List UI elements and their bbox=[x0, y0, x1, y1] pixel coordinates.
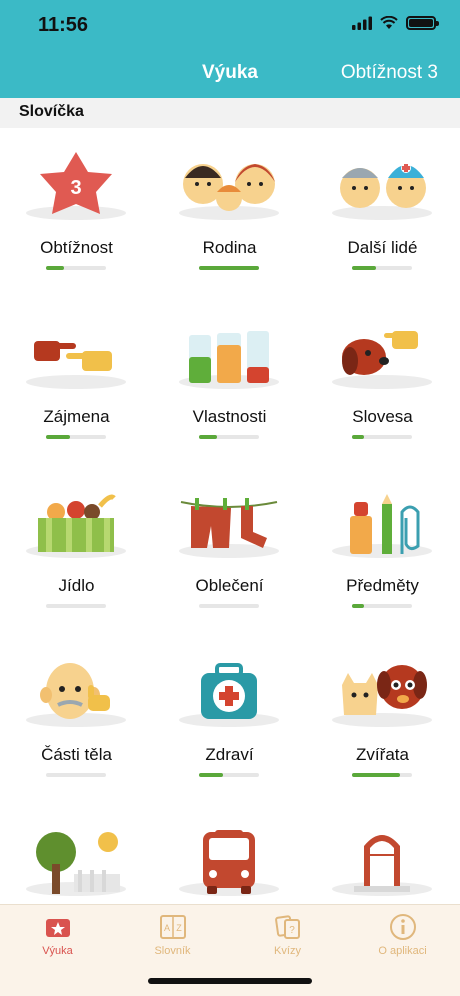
door-icon bbox=[354, 835, 410, 892]
progress-bar bbox=[46, 266, 106, 270]
progress-fill bbox=[352, 604, 364, 608]
dictionary-az-icon: A Z bbox=[159, 915, 186, 939]
difficulty-badge-number: 3 bbox=[70, 177, 81, 199]
star-card-icon bbox=[45, 919, 70, 937]
progress-fill bbox=[46, 435, 70, 439]
battery-icon bbox=[406, 16, 439, 30]
category-zajmena[interactable]: Zájmena bbox=[0, 297, 153, 465]
signal-icon bbox=[352, 16, 372, 30]
tree-sun-icon bbox=[36, 832, 120, 894]
category-label: Slovesa bbox=[352, 407, 413, 426]
family-icon bbox=[183, 164, 275, 211]
category-casti-tela[interactable]: Části těla bbox=[0, 635, 153, 803]
section-label: Slovíčka bbox=[19, 103, 84, 120]
dog-hand-icon bbox=[342, 331, 418, 375]
progress-fill bbox=[352, 266, 376, 270]
tab-kvizy[interactable]: ? Kvízy bbox=[230, 913, 345, 957]
progress-bar bbox=[199, 266, 259, 270]
status-icons bbox=[352, 16, 439, 30]
tab-slovnik[interactable]: A Z Slovník bbox=[115, 913, 230, 957]
fruit-crate-icon bbox=[38, 494, 116, 552]
category-doprava[interactable] bbox=[153, 804, 306, 904]
progress-bar bbox=[199, 604, 259, 608]
tab-o-aplikaci[interactable]: O aplikaci bbox=[345, 913, 460, 957]
category-label: Zájmena bbox=[43, 407, 110, 426]
nav-header: 11:56 Výuka Obtížnost 3 bbox=[0, 0, 460, 98]
category-label: Části těla bbox=[41, 745, 112, 764]
svg-text:?: ? bbox=[289, 925, 295, 936]
category-priroda[interactable] bbox=[0, 804, 153, 904]
tab-label: O aplikaci bbox=[378, 945, 427, 957]
wifi-icon bbox=[380, 16, 398, 29]
category-grid: 3 Obtížnost Rodina Další lidé Zájmena Vl… bbox=[0, 128, 460, 904]
category-label: Oblečení bbox=[195, 576, 264, 595]
clothesline-icon bbox=[180, 498, 278, 548]
progress-bar bbox=[46, 773, 106, 777]
tab-label: Slovník bbox=[154, 945, 191, 957]
category-zdravi[interactable]: Zdraví bbox=[153, 635, 306, 803]
category-slovesa[interactable]: Slovesa bbox=[306, 297, 459, 465]
category-label: Zdraví bbox=[205, 745, 254, 764]
category-label: Obtížnost bbox=[40, 238, 113, 257]
bus-icon bbox=[203, 830, 255, 894]
progress-bar bbox=[199, 435, 259, 439]
category-label: Další lidé bbox=[347, 238, 418, 257]
cat-dog-icon bbox=[342, 665, 427, 715]
category-jidlo[interactable]: Jídlo bbox=[0, 466, 153, 634]
category-predmety[interactable]: Předměty bbox=[306, 466, 459, 634]
info-icon bbox=[389, 914, 416, 940]
category-dalsi-lide[interactable]: Další lidé bbox=[306, 128, 459, 296]
quiz-cards-icon: ? bbox=[274, 915, 300, 939]
tab-label: Výuka bbox=[42, 945, 73, 957]
progress-bar bbox=[352, 604, 412, 608]
category-label: Rodina bbox=[202, 238, 257, 257]
svg-text:A: A bbox=[163, 923, 169, 933]
glasses-of-juice-icon bbox=[189, 331, 269, 383]
category-zvirata[interactable]: Zvířata bbox=[306, 635, 459, 803]
section-header: Slovíčka bbox=[0, 98, 460, 128]
progress-fill bbox=[352, 773, 400, 777]
progress-fill bbox=[199, 435, 217, 439]
progress-fill bbox=[199, 266, 259, 270]
progress-bar bbox=[46, 604, 106, 608]
progress-bar bbox=[352, 435, 412, 439]
old-man-face-icon bbox=[40, 663, 110, 719]
category-obtiznost[interactable]: 3 Obtížnost bbox=[0, 128, 153, 296]
status-time: 11:56 bbox=[38, 14, 89, 36]
progress-bar bbox=[199, 773, 259, 777]
bottle-pencil-clip-icon bbox=[350, 494, 420, 554]
svg-text:Z: Z bbox=[176, 923, 182, 933]
people-nurses-icon bbox=[340, 163, 426, 208]
category-rodina[interactable]: Rodina bbox=[153, 128, 306, 296]
progress-bar bbox=[46, 435, 106, 439]
tab-vyuka[interactable]: Výuka bbox=[0, 913, 115, 957]
category-label: Vlastnosti bbox=[192, 407, 267, 426]
progress-fill bbox=[199, 773, 223, 777]
category-label: Zvířata bbox=[356, 745, 409, 764]
first-aid-kit-icon bbox=[201, 663, 257, 719]
progress-bar bbox=[352, 773, 412, 777]
difficulty-button[interactable]: Obtížnost 3 bbox=[341, 62, 438, 84]
category-label: Předměty bbox=[346, 576, 419, 595]
home-indicator bbox=[148, 978, 312, 984]
category-vlastnosti[interactable]: Vlastnosti bbox=[153, 297, 306, 465]
category-obleceni[interactable]: Oblečení bbox=[153, 466, 306, 634]
category-dum[interactable] bbox=[306, 804, 459, 904]
pointing-hands-icon bbox=[34, 341, 112, 371]
category-label: Jídlo bbox=[58, 576, 95, 595]
progress-bar bbox=[352, 266, 412, 270]
star-badge-icon: 3 bbox=[40, 152, 112, 214]
progress-fill bbox=[46, 266, 64, 270]
progress-fill bbox=[352, 435, 364, 439]
tab-label: Kvízy bbox=[274, 945, 301, 957]
